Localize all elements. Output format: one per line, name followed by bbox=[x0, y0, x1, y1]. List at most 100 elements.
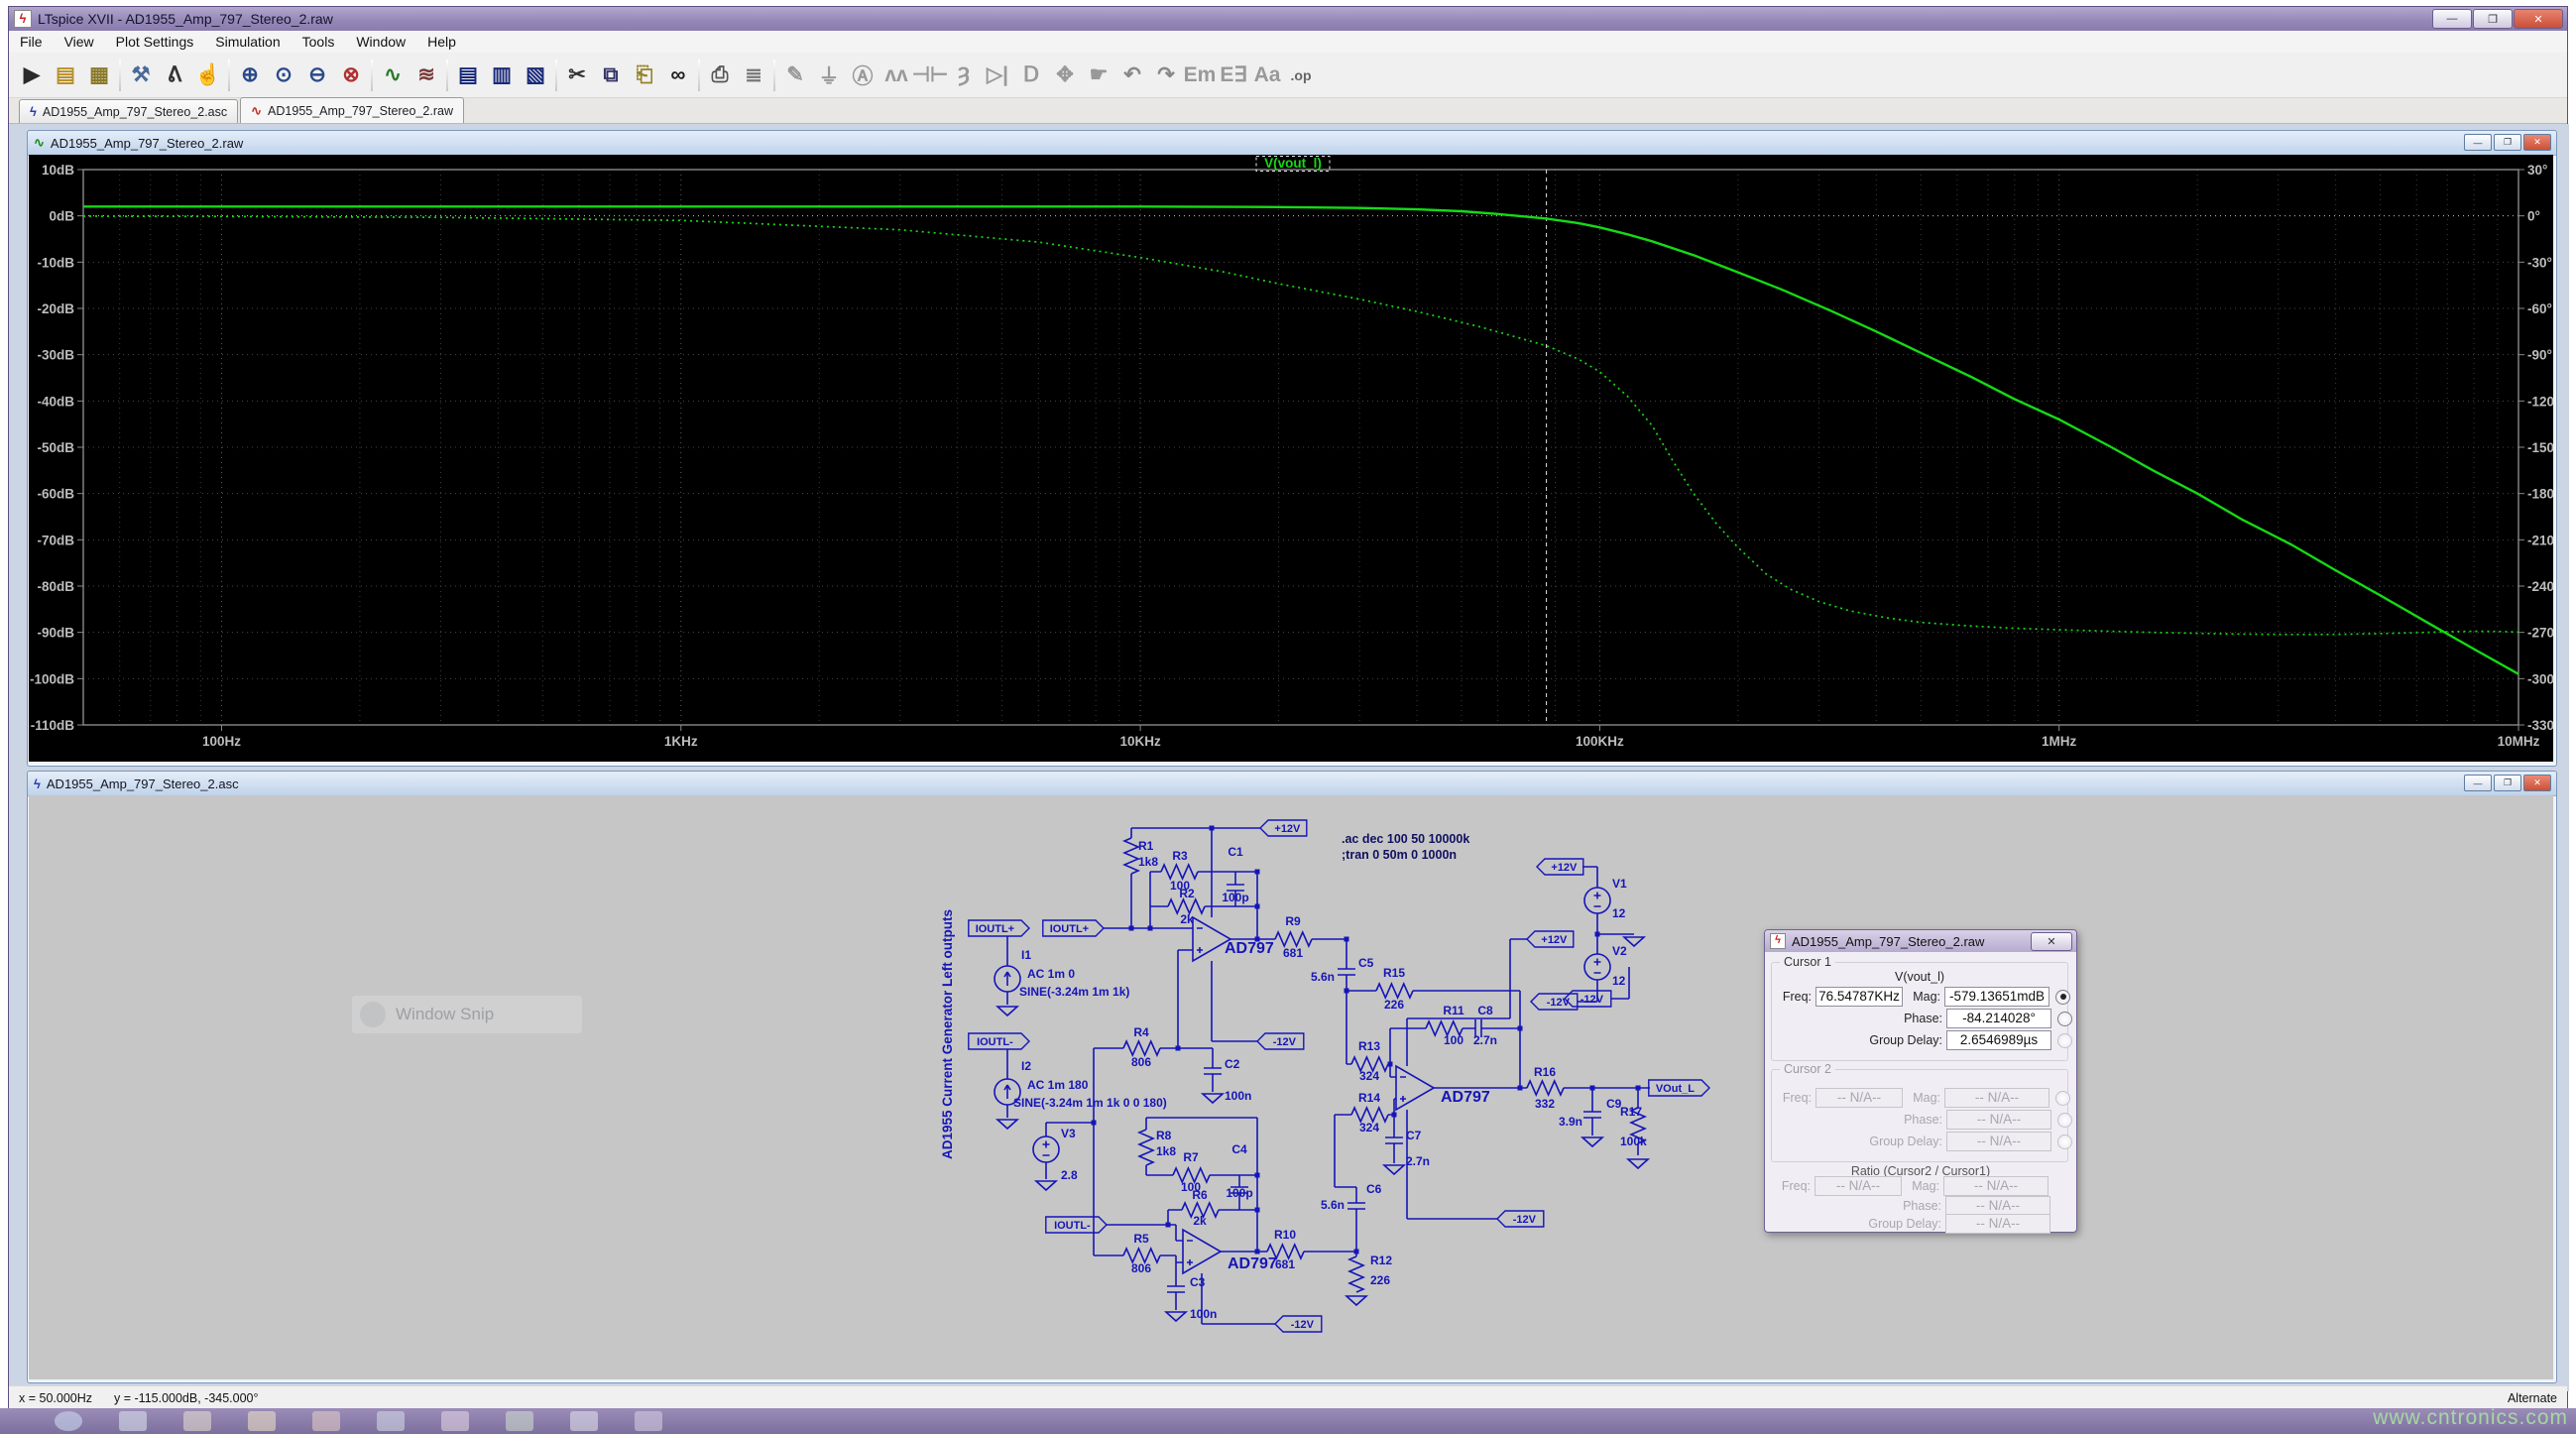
zoom-out-icon[interactable]: ⊖ bbox=[300, 59, 334, 92]
schematic-minimize-button[interactable]: — bbox=[2464, 775, 2492, 791]
windows-taskbar[interactable] bbox=[0, 1408, 2576, 1434]
text-icon[interactable]: Aa bbox=[1250, 59, 1284, 92]
taskbar-item[interactable] bbox=[377, 1411, 405, 1431]
junction-dot bbox=[1635, 1085, 1641, 1091]
toolbar: ▶ ▤ ▦ ⚒ ᕕ ☝ ⊕ ⊙ ⊖ ⊗ ∿ ≋ ▤ ▥ ▧ ✂ ⧉ ⎗ ∞ ⎙ ≣ ✎ ⏚ Ⓐʌʌ ⊣⊢ Ȝ ▷| ᗞ ✥ ☛ ↶ ↷ Em E∃… bbox=[9, 53, 2567, 98]
cursor1-mag-radio[interactable] bbox=[2055, 989, 2070, 1005]
taskbar-item[interactable] bbox=[183, 1411, 211, 1431]
component-label: C2 bbox=[1225, 1057, 1240, 1071]
schematic-close-button[interactable]: ✕ bbox=[2523, 775, 2551, 791]
wire-icon[interactable]: ✎ bbox=[778, 59, 812, 92]
cursor2-phase-radio[interactable] bbox=[2057, 1112, 2072, 1128]
taskbar-item[interactable] bbox=[441, 1411, 469, 1431]
save-icon[interactable]: ▦ bbox=[82, 59, 116, 92]
open-file-icon[interactable]: ▤ bbox=[49, 59, 82, 92]
component-icon[interactable]: ᗞ bbox=[1014, 59, 1048, 92]
maximize-button[interactable]: ❐ bbox=[2473, 9, 2513, 29]
main-title-bar[interactable]: ϟ LTspice XVII - AD1955_Amp_797_Stereo_2… bbox=[9, 7, 2567, 31]
minimize-button[interactable]: — bbox=[2432, 9, 2472, 29]
spice-directive-icon[interactable]: .op bbox=[1284, 59, 1318, 92]
component-label: 3.9n bbox=[1559, 1115, 1582, 1129]
y-left-tick-label: -70dB bbox=[37, 533, 74, 547]
taskbar-item[interactable] bbox=[248, 1411, 276, 1431]
undo-icon[interactable]: ↶ bbox=[1115, 59, 1149, 92]
component-label: R5 bbox=[1133, 1232, 1149, 1246]
tab-waveform[interactable]: ∿ AD1955_Amp_797_Stereo_2.raw bbox=[240, 97, 464, 123]
paste-icon[interactable]: ⎗ bbox=[628, 59, 661, 92]
edit-em-icon[interactable]: Em bbox=[1183, 59, 1217, 92]
halt-icon[interactable]: ☝ bbox=[191, 59, 225, 92]
waveform-minimize-button[interactable]: — bbox=[2464, 134, 2492, 151]
ground-icon[interactable]: ⏚ bbox=[812, 59, 846, 92]
ratio-phase-label: Phase: bbox=[1903, 1199, 1941, 1213]
redo-icon[interactable]: ↷ bbox=[1149, 59, 1183, 92]
cursor2-freq-label: Freq: bbox=[1782, 1091, 1812, 1105]
plot-settings-icon[interactable]: ≋ bbox=[410, 59, 443, 92]
cursor-dialog-title-bar[interactable]: ϟ AD1955_Amp_797_Stereo_2.raw ✕ bbox=[1765, 930, 2076, 952]
drag-icon[interactable]: ☛ bbox=[1082, 59, 1115, 92]
junction-dot bbox=[1517, 1025, 1523, 1031]
schematic-labels: R1 1k8 R3 100 C1 100p R2 2k R9 681 C5 5.6n R15 226 AD7… bbox=[1013, 839, 1647, 1321]
taskbar-item[interactable] bbox=[506, 1411, 533, 1431]
cursor1-group-delay-radio[interactable] bbox=[2057, 1032, 2072, 1048]
zoom-box-icon[interactable]: ⊙ bbox=[267, 59, 300, 92]
bode-plot[interactable]: 10dB 0dB -10dB -20dB -30dB -40dB -50dB -60dB -70… bbox=[29, 155, 2559, 762]
control-panel-icon[interactable]: ⚒ bbox=[124, 59, 158, 92]
cursor2-group-delay-radio[interactable] bbox=[2057, 1134, 2072, 1149]
inductor-icon[interactable]: Ȝ bbox=[947, 59, 981, 92]
taskbar-item[interactable] bbox=[570, 1411, 598, 1431]
cursor1-phase-radio[interactable] bbox=[2057, 1011, 2072, 1026]
label-net-icon[interactable]: Ⓐ bbox=[846, 59, 879, 92]
y-right-tick-label: -270° bbox=[2527, 626, 2553, 641]
waveform-restore-button[interactable]: ❐ bbox=[2494, 134, 2521, 151]
print-icon[interactable]: ⎙ bbox=[703, 59, 737, 92]
y-left-tick-label: -30dB bbox=[37, 348, 74, 363]
edit-e3-icon[interactable]: E∃ bbox=[1217, 59, 1250, 92]
close-button[interactable]: ✕ bbox=[2514, 9, 2563, 29]
diode-icon[interactable]: ▷| bbox=[981, 59, 1014, 92]
menu-item-view[interactable]: View bbox=[54, 31, 105, 53]
component-label: 100 bbox=[1444, 1033, 1464, 1047]
waveform-window-title-bar[interactable]: ∿ AD1955_Amp_797_Stereo_2.raw — ❐ ✕ bbox=[28, 131, 2556, 156]
menu-item-window[interactable]: Window bbox=[345, 31, 416, 53]
run-icon[interactable]: ᕕ bbox=[158, 59, 191, 92]
zoom-full-icon[interactable]: ⊗ bbox=[334, 59, 368, 92]
tab-schematic[interactable]: ϟ AD1955_Amp_797_Stereo_2.asc bbox=[19, 99, 239, 123]
cursor2-mag-radio[interactable] bbox=[2055, 1090, 2070, 1106]
taskbar-item[interactable] bbox=[119, 1411, 147, 1431]
move-icon[interactable]: ✥ bbox=[1048, 59, 1082, 92]
cascade-icon[interactable]: ▧ bbox=[519, 59, 552, 92]
start-orb[interactable] bbox=[55, 1411, 82, 1431]
schematic-canvas[interactable]: R1 1k8 R3 100 C1 100p R2 2k R9 681 C5 5.6n R15 226 AD7… bbox=[930, 810, 1733, 1371]
schematic-canvas-area[interactable]: Window Snip R1 1k8 R3 100 C1 100p R2 2k R9 681 C5 5… bbox=[29, 795, 2553, 1379]
menu-item-plot-settings[interactable]: Plot Settings bbox=[105, 31, 205, 53]
component-symbol bbox=[1583, 1111, 1601, 1119]
capacitor-icon[interactable]: ⊣⊢ bbox=[912, 59, 949, 92]
find-icon[interactable]: ∞ bbox=[661, 59, 695, 92]
copy-icon[interactable]: ⧉ bbox=[594, 59, 628, 92]
resistor-icon[interactable]: ʌʌ bbox=[879, 59, 913, 92]
zoom-in-icon[interactable]: ⊕ bbox=[233, 59, 267, 92]
taskbar-item[interactable] bbox=[312, 1411, 340, 1431]
plot-area[interactable]: 10dB 0dB -10dB -20dB -30dB -40dB -50dB -60dB -70… bbox=[29, 155, 2559, 762]
tile-vertical-icon[interactable]: ▥ bbox=[485, 59, 519, 92]
cursor1-mag-label: Mag: bbox=[1913, 990, 1940, 1004]
schematic-window-title-bar[interactable]: ϟ AD1955_Amp_797_Stereo_2.asc — ❐ ✕ bbox=[28, 772, 2556, 796]
tile-horizontal-icon[interactable]: ▤ bbox=[451, 59, 485, 92]
cursor-dialog-close-button[interactable]: ✕ bbox=[2031, 932, 2072, 951]
menu-item-simulation[interactable]: Simulation bbox=[204, 31, 291, 53]
taskbar-item[interactable] bbox=[635, 1411, 662, 1431]
menu-item-tools[interactable]: Tools bbox=[292, 31, 346, 53]
junction-dot bbox=[1147, 925, 1153, 931]
menu-item-help[interactable]: Help bbox=[416, 31, 467, 53]
new-schematic-icon[interactable]: ▶ bbox=[15, 59, 49, 92]
print-preview-icon[interactable]: ≣ bbox=[737, 59, 770, 92]
cursor1-phase-label: Phase: bbox=[1904, 1012, 1942, 1025]
component-label: 226 bbox=[1370, 1273, 1390, 1287]
cut-icon[interactable]: ✂ bbox=[560, 59, 594, 92]
autorange-icon[interactable]: ∿ bbox=[376, 59, 410, 92]
menu-item-file[interactable]: File bbox=[9, 31, 54, 53]
component-symbol bbox=[1003, 1084, 1011, 1099]
schematic-restore-button[interactable]: ❐ bbox=[2494, 775, 2521, 791]
waveform-close-button[interactable]: ✕ bbox=[2523, 134, 2551, 151]
